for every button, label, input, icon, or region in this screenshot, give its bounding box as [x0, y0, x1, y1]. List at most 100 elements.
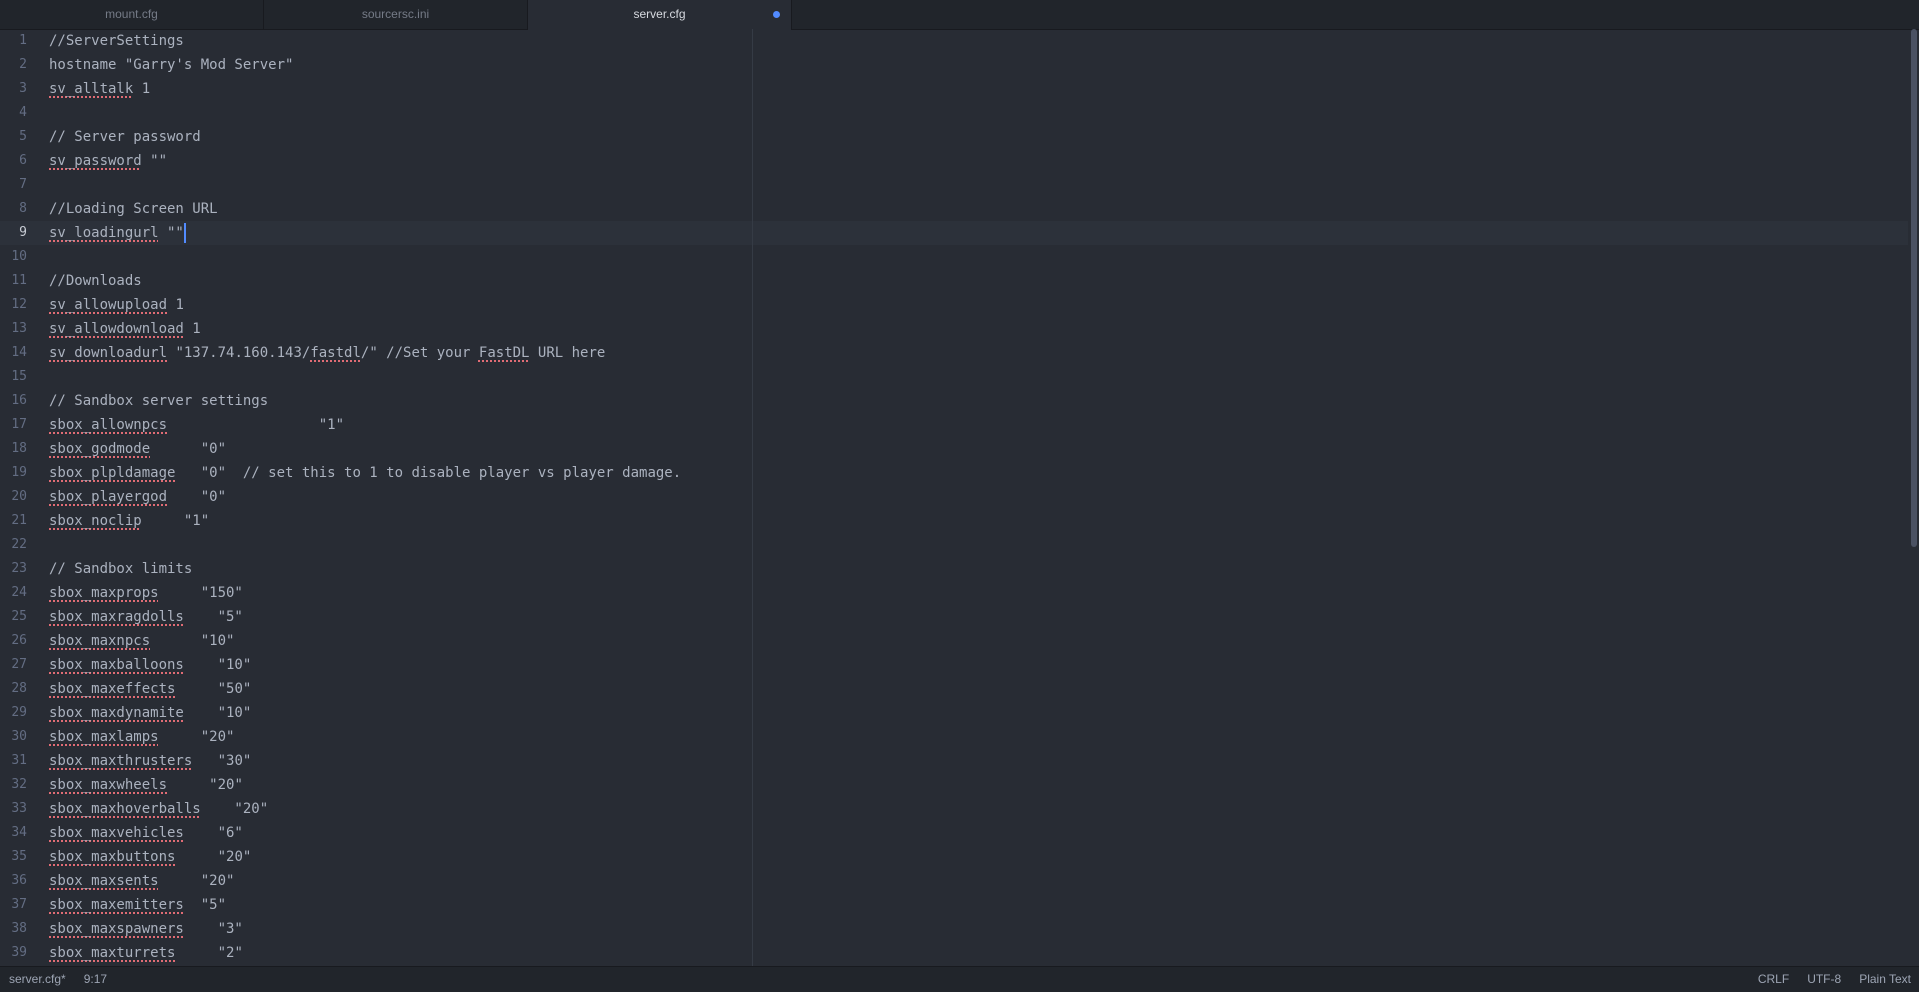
- line-number[interactable]: 11: [0, 269, 27, 293]
- code-text: "20": [200, 801, 269, 817]
- code-line[interactable]: sv_alltalk 1: [49, 77, 150, 101]
- line-number[interactable]: 37: [0, 893, 27, 917]
- line-number[interactable]: 26: [0, 629, 27, 653]
- code-line[interactable]: //Downloads: [49, 269, 142, 293]
- code-text: "10": [183, 705, 252, 721]
- line-number[interactable]: 17: [0, 413, 27, 437]
- line-number[interactable]: 6: [0, 149, 27, 173]
- line-number[interactable]: 22: [0, 533, 27, 557]
- line-number[interactable]: 28: [0, 677, 27, 701]
- line-number[interactable]: 32: [0, 773, 27, 797]
- line-number[interactable]: 18: [0, 437, 27, 461]
- line-number[interactable]: 39: [0, 941, 27, 965]
- code-line[interactable]: sbox_maxsents "20": [49, 869, 234, 893]
- code-line[interactable]: sbox_allownpcs "1": [49, 413, 344, 437]
- code-line[interactable]: sbox_noclip "1": [49, 509, 209, 533]
- line-number[interactable]: 4: [0, 101, 27, 125]
- line-number[interactable]: 34: [0, 821, 27, 845]
- code-line[interactable]: // Sandbox server settings: [49, 389, 268, 413]
- code-line[interactable]: sbox_maxwheels "20": [49, 773, 243, 797]
- code-line[interactable]: sbox_maxthrusters "30": [49, 749, 251, 773]
- code-line[interactable]: sv_allowdownload 1: [49, 317, 201, 341]
- line-number[interactable]: 5: [0, 125, 27, 149]
- line-number[interactable]: 35: [0, 845, 27, 869]
- line-number[interactable]: 15: [0, 365, 27, 389]
- code-line[interactable]: // Server password: [49, 125, 201, 149]
- line-number[interactable]: 38: [0, 917, 27, 941]
- line-number[interactable]: 31: [0, 749, 27, 773]
- code-line[interactable]: sbox_maxlamps "20": [49, 725, 234, 749]
- code-text: "3": [183, 921, 243, 937]
- code-line[interactable]: sbox_playergod "0": [49, 485, 226, 509]
- code-text: "": [158, 225, 184, 241]
- code-text: 1: [183, 321, 201, 337]
- code-line[interactable]: sbox_plpldamage "0" // set this to 1 to …: [49, 461, 681, 485]
- code-text: //Downloads: [49, 273, 142, 289]
- code-line[interactable]: sbox_maxhoverballs "20": [49, 797, 268, 821]
- line-number[interactable]: 29: [0, 701, 27, 725]
- code-line[interactable]: sv_downloadurl "137.74.160.143/fastdl/" …: [49, 341, 605, 365]
- status-encoding[interactable]: UTF-8: [1807, 967, 1841, 991]
- code-text: "2": [175, 945, 243, 961]
- code-line[interactable]: sbox_maxragdolls "5": [49, 605, 243, 629]
- tab-mount-cfg[interactable]: mount.cfg: [0, 0, 264, 29]
- code-line[interactable]: sbox_maxballoons "10": [49, 653, 251, 677]
- line-number[interactable]: 36: [0, 869, 27, 893]
- spellcheck-word: sv_downloadurl: [49, 345, 168, 361]
- status-file-name[interactable]: server.cfg*: [9, 967, 66, 991]
- code-line[interactable]: sbox_maxspawners "3": [49, 917, 243, 941]
- code-line[interactable]: sbox_maxnpcs "10": [49, 629, 234, 653]
- code-line[interactable]: sv_password "": [49, 149, 167, 173]
- status-bar: server.cfg* 9:17 CRLF UTF-8 Plain Text: [0, 966, 1919, 992]
- line-number[interactable]: 2: [0, 53, 27, 77]
- line-number[interactable]: 14: [0, 341, 27, 365]
- code-line[interactable]: //Loading Screen URL: [49, 197, 218, 221]
- code-line[interactable]: sbox_maxprops "150": [49, 581, 243, 605]
- spellcheck-word: sbox_maxbuttons: [49, 849, 176, 865]
- line-number[interactable]: 25: [0, 605, 27, 629]
- line-number[interactable]: 10: [0, 245, 27, 269]
- code-line[interactable]: sbox_maxemitters "5": [49, 893, 226, 917]
- code-line[interactable]: //ServerSettings: [49, 29, 184, 53]
- line-number[interactable]: 16: [0, 389, 27, 413]
- code-line[interactable]: sbox_maxeffects "50": [49, 677, 251, 701]
- text-editor[interactable]: 1 2 3 4 5 6 7 8 9 10 11 12 13 14 15 16 17 18 19 20 21 22 23 24 2…: [0, 29, 1919, 966]
- code-line[interactable]: hostname "Garry's Mod Server": [49, 53, 293, 77]
- line-number[interactable]: 20: [0, 485, 27, 509]
- line-number[interactable]: 9: [0, 221, 27, 245]
- line-number[interactable]: 13: [0, 317, 27, 341]
- line-number[interactable]: 3: [0, 77, 27, 101]
- tab-server-cfg[interactable]: server.cfg: [528, 0, 792, 30]
- code-text: 1: [167, 297, 184, 313]
- line-number[interactable]: 1: [0, 29, 27, 53]
- status-cursor-position[interactable]: 9:17: [84, 967, 107, 991]
- code-line[interactable]: sbox_maxturrets "2": [49, 941, 243, 965]
- line-number[interactable]: 19: [0, 461, 27, 485]
- code-line[interactable]: sbox_godmode "0": [49, 437, 226, 461]
- line-number[interactable]: 30: [0, 725, 27, 749]
- code-line[interactable]: // Sandbox limits: [49, 557, 192, 581]
- vertical-scrollbar[interactable]: [1909, 29, 1919, 966]
- spellcheck-word: sbox_maxragdolls: [49, 609, 184, 625]
- code-line[interactable]: sbox_maxdynamite "10": [49, 701, 251, 725]
- tab-sourcersc-ini[interactable]: sourcersc.ini: [264, 0, 528, 29]
- code-line[interactable]: sv_loadingurl "": [49, 221, 184, 245]
- line-number[interactable]: 8: [0, 197, 27, 221]
- line-number[interactable]: 33: [0, 797, 27, 821]
- scrollbar-thumb[interactable]: [1911, 29, 1917, 547]
- code-line[interactable]: sv_allowupload 1: [49, 293, 184, 317]
- line-number[interactable]: 21: [0, 509, 27, 533]
- status-grammar[interactable]: Plain Text: [1859, 967, 1911, 991]
- line-number-gutter[interactable]: 1 2 3 4 5 6 7 8 9 10 11 12 13 14 15 16 17 18 19 20 21 22 23 24 2…: [0, 29, 36, 966]
- line-number[interactable]: 24: [0, 581, 27, 605]
- line-number[interactable]: 27: [0, 653, 27, 677]
- spellcheck-word: sbox_maxspawners: [49, 921, 184, 937]
- line-number[interactable]: 23: [0, 557, 27, 581]
- line-number[interactable]: 12: [0, 293, 27, 317]
- status-line-ending[interactable]: CRLF: [1758, 967, 1789, 991]
- spellcheck-word: sbox_maxballoons: [49, 657, 184, 673]
- line-number[interactable]: 7: [0, 173, 27, 197]
- code-line[interactable]: sbox_maxbuttons "20": [49, 845, 251, 869]
- modified-indicator-icon[interactable]: [773, 11, 780, 18]
- code-line[interactable]: sbox_maxvehicles "6": [49, 821, 243, 845]
